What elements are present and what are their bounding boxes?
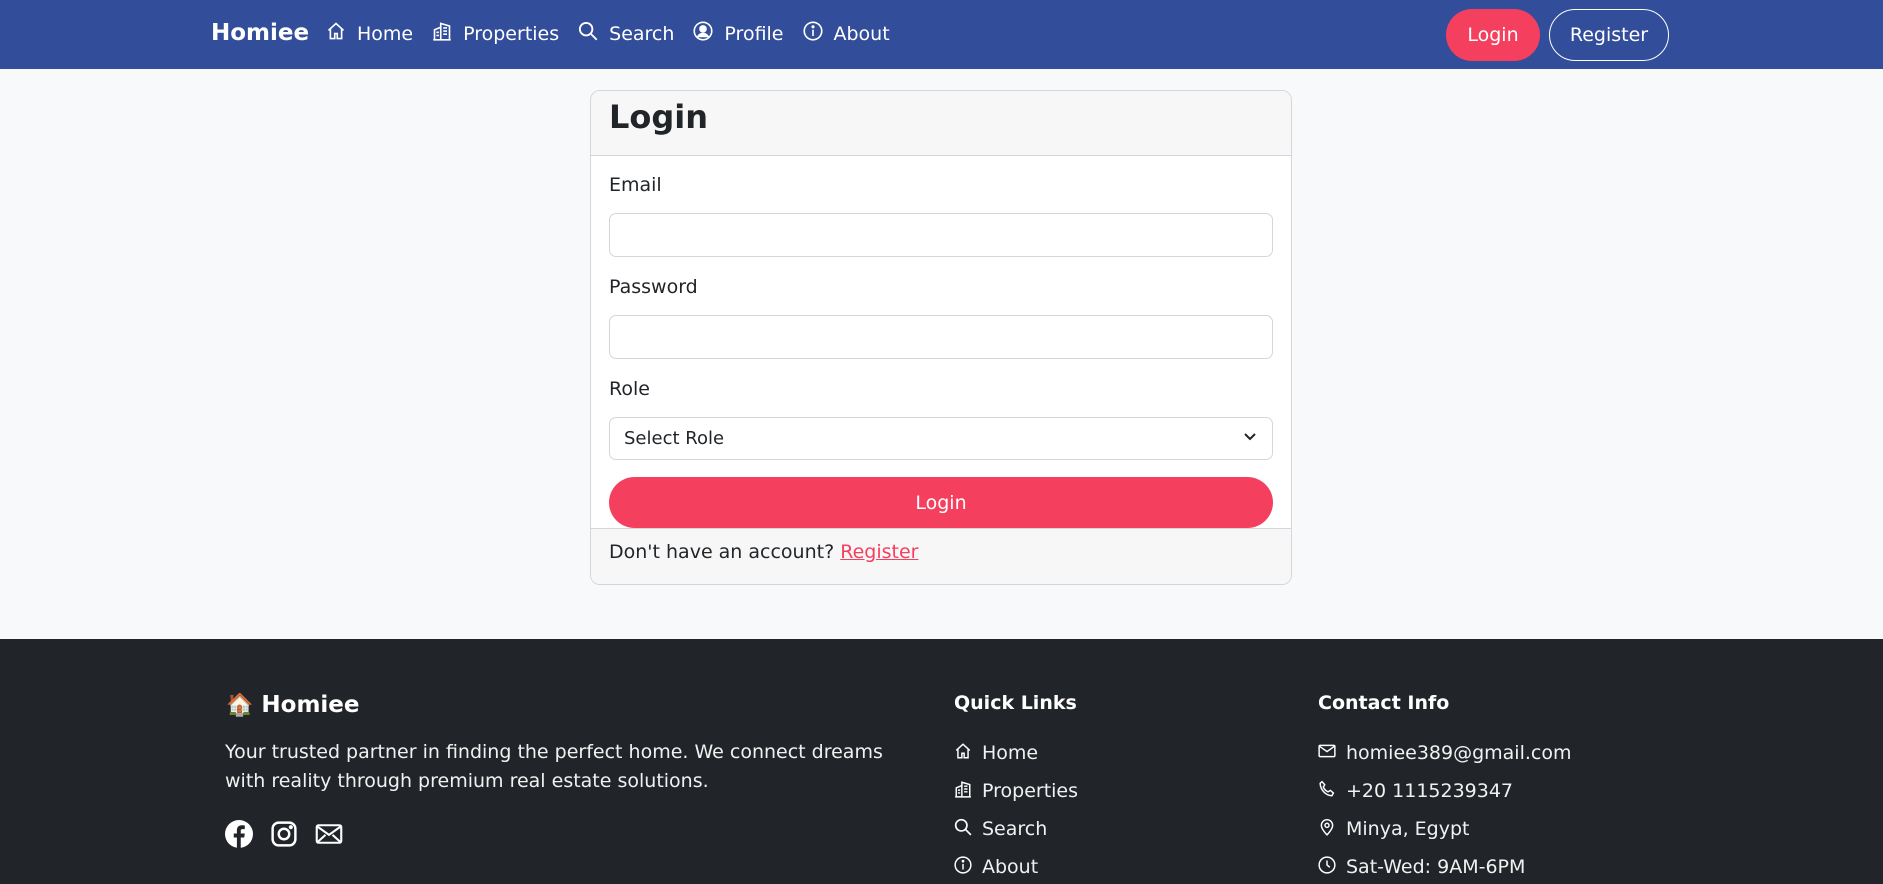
nav-link-profile[interactable]: Profile xyxy=(693,21,784,46)
building-icon xyxy=(432,21,463,46)
contact-label: homiee389@gmail.com xyxy=(1346,742,1572,764)
contact-location: Minya, Egypt xyxy=(1318,810,1572,848)
home-icon xyxy=(326,21,357,46)
footer-link-label: Properties xyxy=(982,780,1079,802)
footer-link-label: About xyxy=(982,856,1039,878)
footer-brand-name: Homiee xyxy=(261,692,360,718)
footer-link-label: Search xyxy=(982,818,1048,840)
contact-label: +20 1115239347 xyxy=(1346,780,1514,802)
login-form: Email Password Role Select Role Login xyxy=(591,156,1291,528)
nav-link-search[interactable]: Search xyxy=(578,21,674,46)
email-label: Email xyxy=(609,174,662,196)
quick-links-title: Quick Links xyxy=(954,692,1077,714)
login-card: Login Email Password Role Select Role Lo… xyxy=(590,90,1292,585)
nav-link-about[interactable]: About xyxy=(802,21,890,46)
contact-label: Sat-Wed: 9AM-6PM xyxy=(1346,856,1526,878)
navbar-register-button[interactable]: Register xyxy=(1549,9,1669,61)
facebook-icon[interactable] xyxy=(225,820,253,848)
nav-links: Home Properties Search Profile About xyxy=(326,21,909,46)
contact-phone: +20 1115239347 xyxy=(1318,772,1572,810)
home-icon xyxy=(954,742,982,765)
nav-link-label: Profile xyxy=(724,22,784,45)
nav-link-label: Properties xyxy=(463,22,560,45)
search-icon xyxy=(578,21,609,46)
search-icon xyxy=(954,818,982,841)
password-label: Password xyxy=(609,276,698,298)
envelope-icon[interactable] xyxy=(315,820,343,848)
email-field[interactable] xyxy=(609,213,1273,257)
phone-icon xyxy=(1318,780,1346,803)
contact-hours: Sat-Wed: 9AM-6PM xyxy=(1318,848,1572,884)
register-prompt: Don't have an account? xyxy=(609,541,835,563)
nav-link-label: Home xyxy=(357,22,414,45)
instagram-icon[interactable] xyxy=(270,820,298,848)
building-icon xyxy=(954,780,982,803)
house-icon: 🏠 xyxy=(226,692,254,718)
role-select-value: Select Role xyxy=(624,428,725,449)
nav-link-label: About xyxy=(833,22,890,45)
contact-label: Minya, Egypt xyxy=(1346,818,1470,840)
password-field[interactable] xyxy=(609,315,1273,359)
navbar-brand[interactable]: Homiee xyxy=(211,20,309,46)
contact-info-list: homiee389@gmail.com +20 1115239347 Minya… xyxy=(1318,734,1572,884)
quick-links-list: Home Properties Search About xyxy=(954,734,1078,884)
footer-link-home[interactable]: Home xyxy=(954,734,1078,772)
top-navbar: Homiee Home Properties Search Profile Ab… xyxy=(0,0,1883,69)
user-circle-icon xyxy=(693,21,724,46)
site-footer: 🏠 Homiee Your trusted partner in finding… xyxy=(0,639,1883,884)
location-pin-icon xyxy=(1318,818,1346,841)
footer-description: Your trusted partner in finding the perf… xyxy=(225,741,883,792)
contact-info-title: Contact Info xyxy=(1318,692,1450,714)
nav-link-home[interactable]: Home xyxy=(326,21,413,46)
info-icon xyxy=(954,855,982,879)
footer-link-properties[interactable]: Properties xyxy=(954,772,1078,810)
role-select[interactable]: Select Role xyxy=(609,417,1273,460)
info-icon xyxy=(802,21,834,46)
chevron-down-icon xyxy=(1242,428,1258,449)
login-card-header: Login xyxy=(591,91,1291,156)
social-links xyxy=(225,820,360,848)
envelope-icon xyxy=(1318,742,1346,765)
nav-link-properties[interactable]: Properties xyxy=(432,21,559,46)
login-submit-button[interactable]: Login xyxy=(609,477,1273,528)
footer-link-label: Home xyxy=(982,742,1039,764)
role-label: Role xyxy=(609,378,650,400)
contact-email: homiee389@gmail.com xyxy=(1318,734,1572,772)
navbar-login-button[interactable]: Login xyxy=(1446,9,1540,61)
footer-link-search[interactable]: Search xyxy=(954,810,1078,848)
clock-icon xyxy=(1318,855,1346,879)
footer-link-about[interactable]: About xyxy=(954,848,1078,884)
login-card-footer: Don't have an account? Register xyxy=(591,528,1291,584)
register-link[interactable]: Register xyxy=(840,541,918,563)
nav-link-label: Search xyxy=(609,22,675,45)
login-title: Login xyxy=(609,98,709,136)
footer-brand: 🏠 Homiee xyxy=(226,692,360,718)
